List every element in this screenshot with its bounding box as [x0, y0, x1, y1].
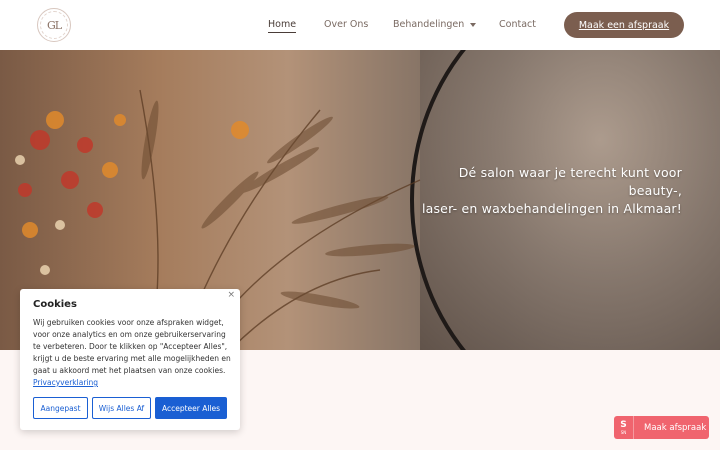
- hero-tagline: Dé salon waar je terecht kunt voor beaut…: [412, 164, 682, 218]
- cookie-custom-button[interactable]: Aangepast: [33, 397, 88, 419]
- floating-booking-button[interactable]: S SN Maak afspraak: [614, 416, 709, 439]
- salonized-icon: S SN: [614, 416, 634, 439]
- hero-tagline-line2: laser- en waxbehandelingen in Alkmaar!: [421, 201, 682, 216]
- cookie-description: Wij gebruiken cookies voor onze afsprake…: [33, 317, 233, 389]
- nav-contact[interactable]: Contact: [499, 19, 536, 30]
- floating-booking-label: Maak afspraak: [644, 422, 707, 433]
- site-header: GL Home Over Ons Behandelingen Contact M…: [0, 0, 720, 50]
- close-icon[interactable]: ×: [227, 290, 235, 300]
- cookie-text: Wij gebruiken cookies voor onze afsprake…: [33, 318, 231, 375]
- salonized-icon-letter: S: [620, 419, 627, 430]
- logo-monogram: GL: [40, 11, 68, 39]
- nav-behandelingen-label: Behandelingen: [393, 19, 465, 30]
- salonized-icon-sub: SN: [620, 429, 627, 435]
- cookie-dialog: × Cookies Wij gebruiken cookies voor onz…: [20, 289, 240, 430]
- chevron-down-icon: [470, 22, 477, 27]
- hero-tagline-line1: Dé salon waar je terecht kunt voor beaut…: [458, 165, 682, 198]
- logo[interactable]: GL: [37, 8, 71, 42]
- cookie-accept-button[interactable]: Accepteer Alles: [155, 397, 227, 419]
- nav-over-ons[interactable]: Over Ons: [324, 19, 368, 30]
- book-appointment-button[interactable]: Maak een afspraak: [564, 12, 684, 38]
- privacy-link[interactable]: Privacyverklaring: [33, 378, 98, 387]
- nav-home[interactable]: Home: [268, 19, 297, 33]
- cookie-reject-button[interactable]: Wijs Alles Af: [92, 397, 151, 419]
- nav-behandelingen[interactable]: Behandelingen: [393, 19, 477, 30]
- cookie-title: Cookies: [33, 299, 77, 310]
